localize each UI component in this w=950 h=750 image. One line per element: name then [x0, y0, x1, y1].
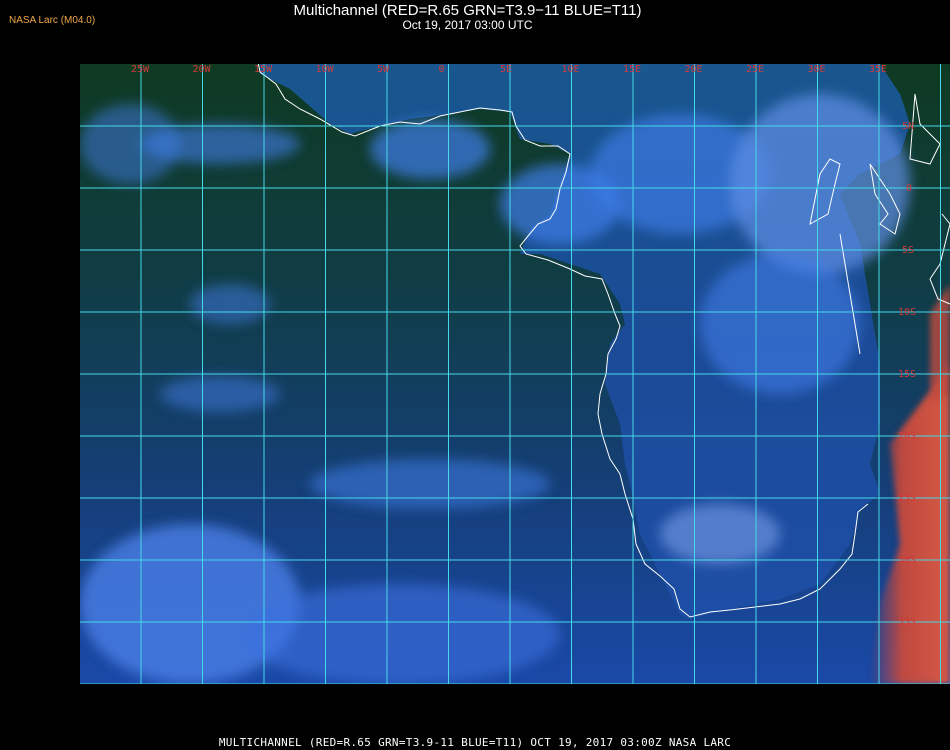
longitude-label: 30E — [808, 64, 826, 75]
footer-caption: MULTICHANNEL (RED=R.65 GRN=T3.9-11 BLUE=… — [218, 736, 732, 749]
latitude-label: 20S — [898, 431, 916, 442]
longitude-label: 0 — [439, 64, 445, 75]
latitude-label: 5N — [902, 121, 914, 132]
longitude-label: 15W — [254, 64, 273, 75]
latitude-label: 30S — [898, 555, 916, 566]
longitude-label: 10W — [316, 64, 335, 75]
latitude-label: 5S — [902, 245, 914, 256]
longitude-label: 25W — [131, 64, 150, 75]
image-title: Multichannel (RED=R.65 GRN=T3.9−11 BLUE=… — [293, 2, 642, 19]
longitude-label: 15E — [623, 64, 641, 75]
satellite-image-panel: 25W 20W 15W 10W 5W 0 5E 10E 15E 20E 25E 30E 35E 5N 0 5S… — [80, 64, 950, 684]
latitude-label: 35S — [898, 617, 916, 628]
longitude-label: 10E — [562, 64, 580, 75]
image-timestamp: Oct 19, 2017 03:00 UTC — [402, 18, 533, 32]
longitude-label: 20E — [685, 64, 703, 75]
satellite-map: 25W 20W 15W 10W 5W 0 5E 10E 15E 20E 25E 30E 35E 5N 0 5S… — [80, 64, 950, 684]
latitude-label: 10S — [898, 307, 916, 318]
latitude-label: 15S — [898, 369, 916, 380]
longitude-label: 25E — [746, 64, 764, 75]
longitude-label: 5W — [377, 64, 390, 75]
longitude-label: 35E — [869, 64, 887, 75]
latitude-label: 0 — [906, 183, 912, 194]
latitude-label: 25S — [898, 493, 916, 504]
longitude-label: 20W — [193, 64, 212, 75]
longitude-label: 5E — [500, 64, 512, 75]
producer-label: NASA Larc (M04.0) — [9, 15, 96, 26]
